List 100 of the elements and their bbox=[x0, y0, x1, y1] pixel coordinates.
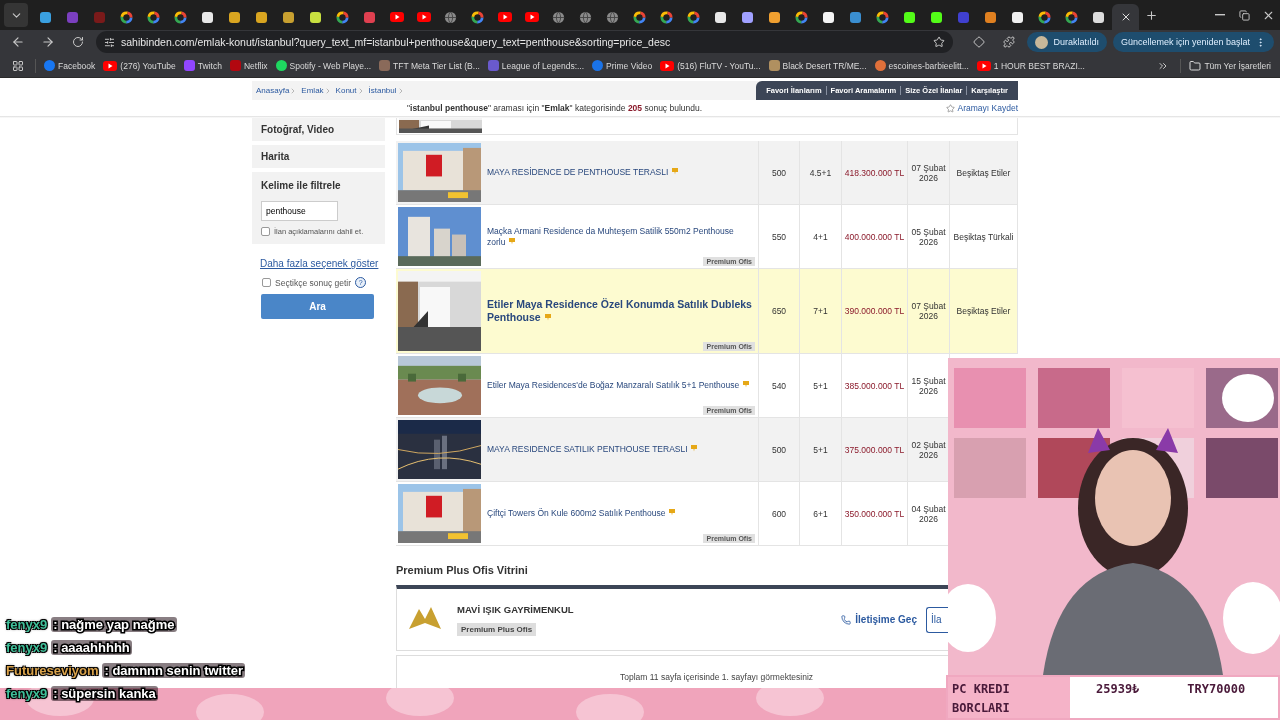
bookmark[interactable]: Facebook bbox=[41, 58, 99, 73]
price-cell: 385.000.000 TL bbox=[842, 354, 908, 417]
price-cell: 390.000.000 TL bbox=[842, 269, 908, 353]
price-cell: 375.000.000 TL bbox=[842, 418, 908, 481]
checkbox[interactable] bbox=[261, 227, 270, 236]
checkbox[interactable] bbox=[262, 278, 271, 287]
play-icon bbox=[524, 12, 539, 22]
rooms-cell: 5+1 bbox=[800, 418, 842, 481]
section-title: Premium Plus Ofis Vitrini bbox=[396, 564, 529, 576]
avatar-icon bbox=[1035, 35, 1049, 49]
breadcrumb-link[interactable]: Anasayfa bbox=[252, 86, 290, 95]
filter-title: Kelime ile filtrele bbox=[261, 180, 342, 191]
location-cell: Beşiktaş Etiler bbox=[950, 269, 1018, 353]
listing-title[interactable]: MAYA RESIDENCE SATILIK PENTHOUSE TERASLI bbox=[487, 444, 698, 455]
folder-icon bbox=[1189, 59, 1202, 72]
listing-title[interactable]: Maçka Armani Residence da Muhteşem Satilik 550m2 Penthouse zorlu bbox=[487, 225, 754, 248]
phone-icon bbox=[841, 614, 852, 625]
pager-text: Toplam 11 sayfa içerisinde 1. sayfayı görmektesiniz bbox=[619, 672, 814, 684]
breadcrumb-link[interactable]: İstanbul bbox=[364, 86, 397, 95]
restore-icon bbox=[1238, 9, 1250, 21]
ring-icon bbox=[1038, 10, 1051, 24]
result-summary: "istanbul penthouse" araması için "Emlak" kategorisinde 205 sonuç bulundu. bbox=[407, 103, 703, 113]
ring-icon bbox=[174, 10, 187, 24]
globe-icon bbox=[579, 10, 592, 24]
play-icon bbox=[103, 60, 118, 71]
chat-username: fenyx9 bbox=[6, 640, 48, 655]
listing-title[interactable]: MAYA RESİDENCE DE PENTHOUSE TERASLI bbox=[487, 167, 679, 178]
ring-icon bbox=[633, 10, 646, 24]
reload-icon bbox=[72, 36, 84, 48]
bookmark[interactable]: League of Legends:... bbox=[484, 58, 588, 73]
play-icon bbox=[497, 12, 512, 22]
update-button[interactable]: Güncellemek için yeniden başlat bbox=[1112, 32, 1274, 52]
ring-icon bbox=[120, 10, 133, 24]
ring-icon bbox=[1065, 10, 1078, 24]
bookmark[interactable]: Black Desert TR/ME... bbox=[765, 58, 870, 73]
bookmark-star-icon[interactable] bbox=[933, 36, 946, 48]
arrow-left-icon bbox=[11, 35, 25, 49]
size-cell: 500 bbox=[759, 141, 800, 204]
bookmark[interactable]: Spotify - Web Playe... bbox=[272, 58, 375, 73]
rooms-cell: 7+1 bbox=[800, 269, 842, 353]
ring-icon bbox=[876, 10, 889, 24]
tab-list-button[interactable] bbox=[4, 3, 28, 27]
date-cell: 05 Şubat 2026 bbox=[908, 205, 950, 268]
price-cell: 400.000.000 TL bbox=[842, 205, 908, 268]
office-badge: Premium Plus Ofis bbox=[457, 622, 537, 636]
address-bar[interactable]: sahibinden.com/emlak-konut/istanbul?query_text_mf=istanbul+penthouse&query_text=penthouse&sorting=price_desc bbox=[96, 31, 954, 53]
bookmark[interactable]: TFT Meta Tier List (B... bbox=[376, 58, 483, 73]
bookmark[interactable]: Prime Video bbox=[589, 58, 656, 73]
breadcrumb-link[interactable]: Konut bbox=[331, 86, 357, 95]
chat-username: fenyx9 bbox=[6, 686, 48, 701]
star-icon bbox=[945, 103, 955, 113]
listings-button[interactable]: İla bbox=[926, 606, 948, 633]
arrow-right-icon bbox=[41, 35, 55, 49]
more-options-link[interactable]: Daha fazla seçenek göster bbox=[260, 258, 385, 269]
size-cell: 650 bbox=[759, 269, 800, 353]
all-bookmarks-folder[interactable]: Tüm Yer İşaretleri bbox=[1186, 57, 1274, 74]
marker-icon bbox=[543, 313, 552, 321]
listing-title[interactable]: Etiler Maya Residence Özel Konumda Satılık Dubleks Penthouse bbox=[487, 297, 754, 325]
globe-icon bbox=[606, 10, 619, 24]
grid-icon bbox=[12, 59, 24, 72]
date-cell: 07 Şubat 2026 bbox=[908, 141, 950, 204]
chat-message: : damnnn senin twitter bbox=[102, 663, 246, 678]
breadcrumb-link[interactable]: Emlak bbox=[297, 86, 324, 95]
chat-username: Futureseviyom bbox=[6, 663, 99, 678]
search-button[interactable]: Ara bbox=[261, 294, 374, 319]
bookmark[interactable]: Netflix bbox=[226, 58, 271, 73]
listing-title[interactable]: Çiftçi Towers Ön Kule 600m2 Satılık Penthouse bbox=[487, 508, 676, 519]
listing-title[interactable]: Etiler Maya Residences'de Boğaz Manzaralı Satılık 5+1 Penthouse bbox=[487, 380, 750, 391]
office-name: MAVİ IŞIK GAYRİMENKUL bbox=[457, 603, 574, 615]
size-cell: 500 bbox=[759, 418, 800, 481]
checkbox-label: Seçtikçe sonuç getir bbox=[275, 277, 352, 288]
ring-icon bbox=[795, 10, 808, 24]
bookmark[interactable]: Twitch bbox=[180, 58, 225, 73]
goal-current: 25939₺ bbox=[1095, 681, 1140, 698]
date-cell: 07 Şubat 2026 bbox=[908, 269, 950, 353]
save-search-link[interactable]: Aramayı Kaydet bbox=[945, 103, 1018, 113]
filter-section[interactable]: Fotoğraf, Video bbox=[252, 118, 385, 141]
site-info-icon bbox=[104, 36, 115, 48]
diamond-icon bbox=[973, 36, 986, 48]
bookmark[interactable]: 1 HOUR BEST BRAZI... bbox=[973, 58, 1088, 73]
contact-link[interactable]: İletişime Geç bbox=[841, 614, 917, 625]
bookmark[interactable]: (276) YouTube bbox=[100, 58, 179, 73]
globe-icon bbox=[552, 10, 565, 24]
bookmark[interactable]: (516) FluTV - YouTu... bbox=[657, 58, 764, 73]
ring-icon bbox=[336, 10, 349, 24]
puzzle-icon bbox=[1003, 36, 1016, 48]
goal-label: PC KREDI BORCLARI bbox=[948, 677, 1070, 718]
play-icon bbox=[976, 60, 991, 71]
ring-icon bbox=[471, 10, 484, 24]
minimize-icon bbox=[1215, 14, 1225, 16]
bookmark[interactable]: escoines-barbieelitt... bbox=[871, 58, 972, 73]
play-icon bbox=[660, 60, 675, 71]
date-cell: 02 Şubat 2026 bbox=[908, 418, 950, 481]
chat-message: : nağme yap nağme bbox=[51, 617, 177, 632]
chat-message: : süpersin kanka bbox=[51, 686, 158, 701]
filter-section[interactable]: Harita bbox=[252, 145, 385, 168]
keyword-field[interactable]: penthouse bbox=[261, 201, 338, 221]
ring-icon bbox=[660, 10, 673, 24]
play-icon bbox=[389, 12, 404, 22]
profile-button[interactable]: Duraklatıldı bbox=[1027, 32, 1107, 52]
